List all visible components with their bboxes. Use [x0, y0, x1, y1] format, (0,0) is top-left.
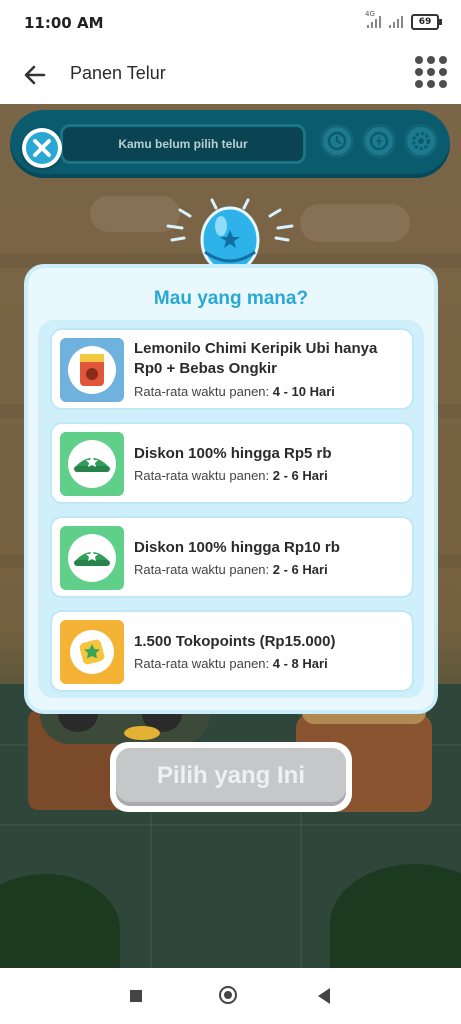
history-button[interactable]	[320, 124, 354, 158]
signal-icon: 4G	[365, 10, 381, 28]
reward-title: Diskon 100% hingga Rp10 rb	[134, 539, 340, 556]
back-button[interactable]	[20, 60, 50, 90]
harvest-time: Rata-rata waktu panen: 4 - 10 Hari	[134, 384, 335, 399]
harvest-time: Rata-rata waktu panen: 2 - 6 Hari	[134, 468, 328, 483]
settings-button[interactable]	[404, 124, 438, 158]
floor-line	[0, 824, 461, 826]
tokopoints-coin-icon	[60, 620, 124, 684]
dot-icon	[427, 56, 435, 64]
reward-title: Diskon 100% hingga Rp5 rb	[134, 445, 332, 462]
status-bar: 11:00 AM 4G 69	[0, 0, 461, 46]
status-time: 11:00 AM	[24, 14, 104, 32]
reward-choice-modal: Mau yang mana? Lemonilo Chimi Keripik Ub…	[24, 264, 438, 714]
system-nav-bar	[0, 968, 461, 1024]
page-title: Panen Telur	[70, 63, 166, 83]
dot-icon	[427, 68, 435, 76]
menu-grid-button[interactable]	[415, 56, 447, 88]
home-button[interactable]	[219, 986, 237, 1004]
harvest-time: Rata-rata waktu panen: 2 - 6 Hari	[134, 562, 328, 577]
modal-title: Mau yang mana?	[153, 288, 309, 309]
reward-option-card[interactable]: Lemonilo Chimi Keripik Ubi hanya Rp0 + B…	[50, 328, 414, 410]
history-icon	[327, 131, 347, 151]
dot-icon	[427, 80, 435, 88]
pick-button-label: Pilih yang Ini	[116, 748, 346, 806]
dot-icon	[415, 80, 423, 88]
harvest-time: Rata-rata waktu panen: 4 - 8 Hari	[134, 656, 328, 671]
close-button[interactable]	[22, 128, 62, 168]
reward-option-card[interactable]: Diskon 100% hingga Rp5 rb Rata-rata wakt…	[50, 422, 414, 504]
egg-icon	[200, 206, 260, 272]
green-hat-icon	[60, 432, 124, 496]
pick-this-button[interactable]: Pilih yang Ini	[110, 742, 352, 812]
gear-icon	[412, 132, 430, 150]
game-top-bar: Kamu belum pilih telur	[10, 110, 450, 178]
snack-bag-icon	[60, 338, 124, 402]
arrow-left-icon	[24, 65, 46, 85]
reward-title: Lemonilo Chimi Keripik Ubi hanya Rp0 + B…	[134, 340, 378, 377]
system-back-button[interactable]	[318, 988, 330, 1004]
reward-options-list: Lemonilo Chimi Keripik Ubi hanya Rp0 + B…	[38, 320, 424, 698]
reward-option-card[interactable]: 1.500 Tokopoints (Rp15.000) Rata-rata wa…	[50, 610, 414, 692]
egg-status-field: Kamu belum pilih telur	[60, 124, 306, 164]
dot-icon	[439, 80, 447, 88]
signal-icon-2	[389, 16, 403, 28]
dot-icon	[439, 56, 447, 64]
status-indicators: 4G 69	[365, 10, 442, 30]
dot-icon	[415, 56, 423, 64]
green-hat-icon	[60, 526, 124, 590]
reward-option-card[interactable]: Diskon 100% hingga Rp10 rb Rata-rata wak…	[50, 516, 414, 598]
cloud-decoration	[300, 204, 410, 242]
reward-title: 1.500 Tokopoints (Rp15.000)	[134, 633, 336, 650]
network-type: 4G	[365, 10, 375, 18]
owl-beak	[124, 726, 160, 740]
close-icon	[26, 132, 58, 164]
boost-button[interactable]	[362, 124, 396, 158]
recent-apps-button[interactable]	[130, 990, 142, 1002]
dot-icon	[439, 68, 447, 76]
battery-icon: 69	[411, 14, 442, 30]
app-bar: Panen Telur	[0, 46, 461, 104]
dot-icon	[415, 68, 423, 76]
lightning-icon	[369, 131, 389, 151]
